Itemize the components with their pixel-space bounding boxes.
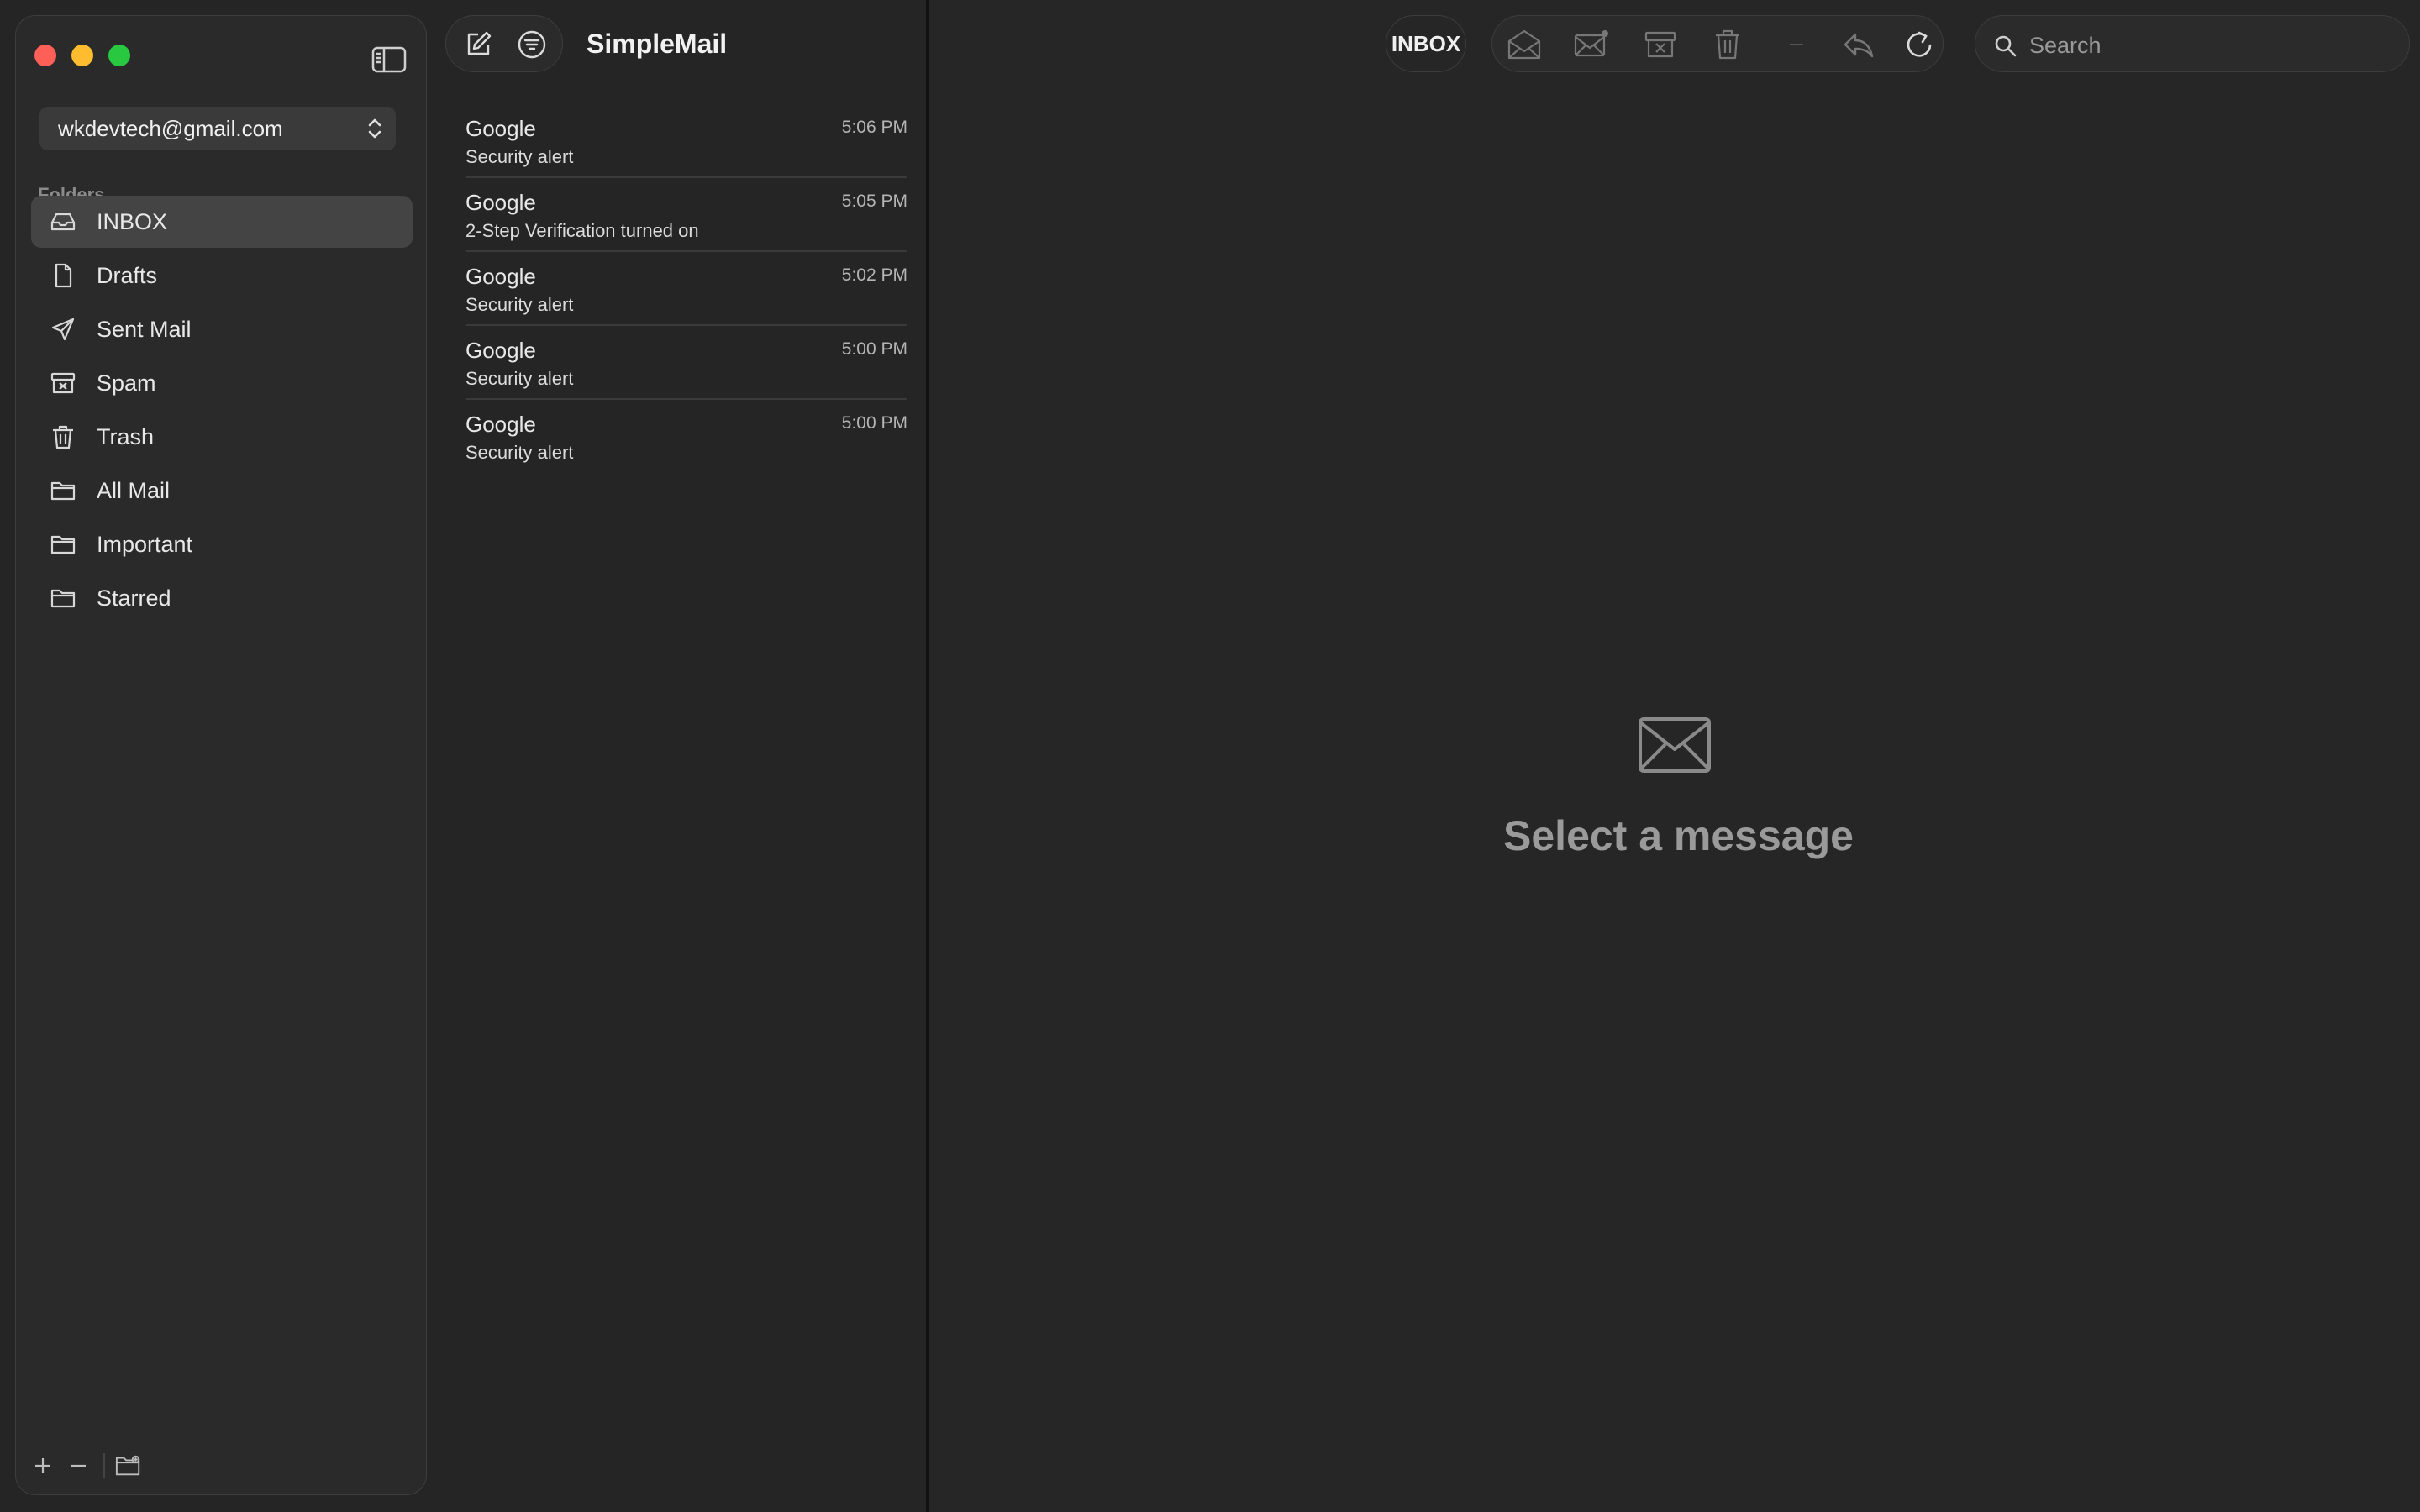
mark-unread-icon[interactable]: [1573, 28, 1610, 61]
sidebar-item-label: Spam: [97, 370, 156, 396]
message-subject: Security alert: [466, 368, 574, 389]
mail-window: wkdevtech@gmail.com Folders INBOX Drafts…: [0, 0, 2420, 1512]
separator-icon: [1790, 44, 1803, 45]
account-email: wkdevtech@gmail.com: [58, 115, 283, 141]
sidebar: wkdevtech@gmail.com Folders INBOX Drafts…: [15, 15, 427, 1495]
sidebar-item-label: Sent Mail: [97, 316, 192, 342]
folder-icon: [50, 481, 76, 501]
new-folder-icon: [115, 1455, 140, 1476]
search-icon: [1995, 35, 2017, 57]
sidebar-item-inbox[interactable]: INBOX: [31, 196, 413, 248]
add-account-button[interactable]: [29, 1452, 56, 1479]
chevron-up-down-icon: [368, 118, 381, 139]
archive-spam-icon[interactable]: [1642, 28, 1679, 61]
sidebar-item-label: All Mail: [97, 477, 171, 503]
account-selector[interactable]: wkdevtech@gmail.com: [39, 107, 396, 150]
compose-icon[interactable]: [461, 28, 495, 61]
refresh-icon[interactable]: [1901, 28, 1938, 61]
message-row[interactable]: Google 2-Step Verification turned on 5:0…: [466, 178, 908, 252]
message-list-pane: SimpleMail Google Security alert 5:06 PM…: [427, 0, 926, 1512]
remove-account-button[interactable]: [65, 1452, 92, 1479]
sidebar-item-label: Important: [97, 531, 193, 557]
sidebar-item-drafts[interactable]: Drafts: [31, 249, 413, 302]
message-actions-toolbar: [1491, 15, 1944, 72]
message-time: 5:05 PM: [841, 192, 908, 211]
sidebar-item-spam[interactable]: Spam: [31, 357, 413, 409]
document-icon: [55, 263, 72, 288]
message-sender: Google: [466, 264, 536, 289]
message-sender: Google: [466, 116, 536, 141]
message-subject: Security alert: [466, 442, 574, 463]
message-sender: Google: [466, 338, 536, 363]
new-folder-button[interactable]: [115, 1452, 142, 1479]
minimize-window-button[interactable]: [71, 45, 93, 66]
filter-icon[interactable]: [515, 28, 549, 61]
sidebar-footer: [29, 1449, 150, 1483]
message-row[interactable]: Google Security alert 5:06 PM: [466, 104, 908, 178]
message-time: 5:06 PM: [841, 118, 908, 137]
minus-icon: [71, 1464, 86, 1467]
empty-state-label: Select a message: [1503, 812, 1854, 859]
search-input[interactable]: [2028, 28, 2384, 63]
plus-icon: [35, 1458, 50, 1473]
sidebar-item-starred[interactable]: Starred: [31, 572, 413, 624]
paperplane-icon: [51, 318, 75, 341]
sidebar-item-label: Trash: [97, 423, 155, 449]
list-toolbar: [445, 15, 563, 72]
sidebar-item-label: Starred: [97, 585, 171, 611]
message-row[interactable]: Google Security alert 5:00 PM: [466, 326, 908, 400]
sidebar-item-trash[interactable]: Trash: [31, 411, 413, 463]
folder-icon: [50, 589, 76, 608]
message-subject: Security alert: [466, 294, 574, 315]
message-time: 5:02 PM: [841, 265, 908, 285]
search-field[interactable]: [1975, 15, 2410, 72]
message-sender: Google: [466, 190, 536, 215]
sidebar-item-all-mail[interactable]: All Mail: [31, 465, 413, 517]
message-time: 5:00 PM: [841, 339, 908, 359]
folder-icon: [50, 535, 76, 554]
sidebar-item-important[interactable]: Important: [31, 518, 413, 570]
sidebar-item-label: INBOX: [97, 208, 168, 234]
sidebar-item-sent-mail[interactable]: Sent Mail: [31, 303, 413, 355]
zoom-window-button[interactable]: [108, 45, 130, 66]
current-folder-badge: INBOX: [1386, 15, 1466, 72]
sidebar-item-label: Drafts: [97, 262, 158, 288]
spam-box-icon: [50, 372, 76, 394]
trash-icon: [53, 425, 73, 449]
message-subject: Security alert: [466, 146, 574, 167]
message-time: 5:00 PM: [841, 413, 908, 433]
message-subject: 2-Step Verification turned on: [466, 220, 699, 241]
trash-icon[interactable]: [1709, 28, 1746, 61]
tray-icon: [50, 213, 76, 231]
message-row[interactable]: Google Security alert 5:02 PM: [466, 252, 908, 326]
envelope-icon: [1639, 717, 1711, 773]
message-row[interactable]: Google Security alert 5:00 PM: [466, 400, 908, 474]
sidebar-toggle-icon[interactable]: [371, 45, 408, 75]
message-sender: Google: [466, 412, 536, 437]
message-detail-pane: INBOX Search Select a message: [929, 0, 2420, 1512]
app-title: SimpleMail: [587, 29, 728, 59]
mark-read-icon[interactable]: [1506, 28, 1543, 61]
close-window-button[interactable]: [34, 45, 56, 66]
reply-icon[interactable]: [1840, 28, 1877, 61]
footer-divider: [103, 1453, 105, 1478]
